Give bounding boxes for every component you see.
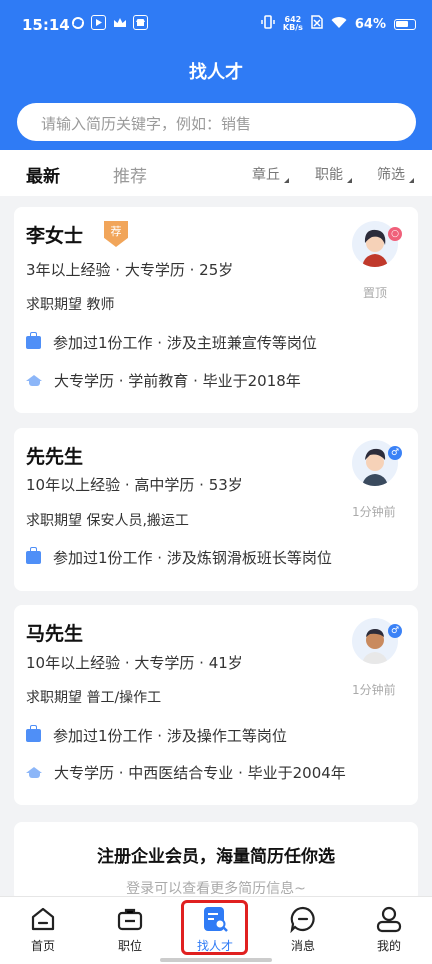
filter-location[interactable]: 章丘 xyxy=(252,164,289,184)
highlight-box xyxy=(181,900,248,955)
header-bar: 15:14 642 KB/s 64% 找人才 请输入简历关键字，例如：销售 xyxy=(0,0,432,150)
candidate-name: 李女士 xyxy=(26,225,84,247)
education-text: 大专学历 · 学前教育 · 毕业于2018年 xyxy=(54,372,301,390)
work-experience-text: 参加过1份工作 · 涉及炼钢滑板班长等岗位 xyxy=(53,549,332,567)
education-text: 大专学历 · 中西医结合专业 · 毕业于2004年 xyxy=(54,764,346,782)
filter-function-label: 职能 xyxy=(315,167,343,183)
candidate-meta: 10年以上经验 · 高中学历 · 53岁 xyxy=(26,476,243,494)
filter-more-label: 筛选 xyxy=(377,167,405,183)
candidate-expectation: 求职期望 保安人员,搬运工 xyxy=(26,513,189,529)
candidate-meta: 10年以上经验 · 大专学历 · 41岁 xyxy=(26,654,243,672)
updated-time: 1分钟前 xyxy=(352,505,396,519)
tab-profile-label: 我的 xyxy=(376,939,401,953)
filter-more[interactable]: 筛选 xyxy=(377,164,414,184)
status-bar: 15:14 642 KB/s 64% xyxy=(0,0,432,50)
tab-jobs-label: 职位 xyxy=(117,939,142,953)
updated-time: 1分钟前 xyxy=(352,683,396,697)
vibrate-icon xyxy=(261,15,275,33)
tab-jobs[interactable]: 职位 xyxy=(100,905,160,954)
tab-messages[interactable]: 消息 xyxy=(273,905,333,954)
graduation-cap-icon xyxy=(26,766,43,779)
battery-icon xyxy=(394,18,416,30)
net-speed: 642 KB/s xyxy=(282,15,303,32)
education-info: 大专学历 · 学前教育 · 毕业于2018年 xyxy=(26,370,301,391)
battery-percent: 64% xyxy=(354,16,386,32)
tab-messages-label: 消息 xyxy=(290,939,315,953)
notification-icons xyxy=(70,15,148,30)
tab-latest[interactable]: 最新 xyxy=(26,162,60,187)
pinned-label: 置顶 xyxy=(363,286,388,300)
work-experience: 参加过1份工作 · 涉及操作工等岗位 xyxy=(26,725,287,746)
filter-function[interactable]: 职能 xyxy=(315,164,352,184)
page-title: 找人才 xyxy=(189,62,243,83)
home-icon xyxy=(29,905,57,933)
search-input[interactable]: 请输入简历关键字，例如：销售 xyxy=(17,103,416,141)
candidate-name: 先先生 xyxy=(26,446,84,468)
education-info: 大专学历 · 中西医结合专业 · 毕业于2004年 xyxy=(26,762,346,783)
male-icon: ♂ xyxy=(388,446,402,460)
promo-subtitle: 登录可以查看更多简历信息~ xyxy=(126,881,306,897)
dropdown-triangle-icon xyxy=(409,178,414,183)
register-promo[interactable]: 注册企业会员，海量简历任你选 登录可以查看更多简历信息~ xyxy=(14,822,418,902)
work-experience: 参加过1份工作 · 涉及炼钢滑板班长等岗位 xyxy=(26,547,332,568)
sync-icon xyxy=(70,15,85,30)
tab-home[interactable]: 首页 xyxy=(13,905,73,954)
candidate-meta: 3年以上经验 · 大专学历 · 25岁 xyxy=(26,261,234,279)
tab-home-label: 首页 xyxy=(30,939,55,953)
wifi-icon xyxy=(331,16,347,33)
briefcase-icon xyxy=(26,547,41,564)
crown-icon xyxy=(112,15,127,30)
user-icon xyxy=(375,905,403,933)
candidate-card[interactable]: 马先生 10年以上经验 · 大专学历 · 41岁 求职期望 普工/操作工 参加过… xyxy=(14,605,418,805)
male-icon: ♂ xyxy=(388,624,402,638)
tabs-filter-bar: 最新 推荐 章丘 职能 筛选 xyxy=(0,150,432,196)
work-experience-text: 参加过1份工作 · 涉及主班兼宣传等岗位 xyxy=(53,334,317,352)
dropdown-triangle-icon xyxy=(284,178,289,183)
tab-profile[interactable]: 我的 xyxy=(359,905,419,954)
no-sim-icon xyxy=(311,15,323,33)
female-icon: ○ xyxy=(388,227,402,241)
chat-icon xyxy=(289,905,317,934)
candidate-expectation: 求职期望 普工/操作工 xyxy=(26,690,162,706)
candidate-card[interactable]: 李女士 荐 3年以上经验 · 大专学历 · 25岁 求职期望 教师 参加过1份工… xyxy=(14,207,418,413)
recommended-badge: 荐 xyxy=(104,221,128,247)
play-icon xyxy=(91,15,106,30)
briefcase-icon xyxy=(26,332,41,349)
graduation-cap-icon xyxy=(26,374,43,387)
briefcase-icon xyxy=(26,725,41,742)
store-icon xyxy=(133,15,148,30)
dropdown-triangle-icon xyxy=(347,178,352,183)
promo-title: 注册企业会员，海量简历任你选 xyxy=(97,847,335,867)
filter-location-label: 章丘 xyxy=(252,167,280,183)
candidate-expectation: 求职期望 教师 xyxy=(26,297,115,313)
tab-recommended[interactable]: 推荐 xyxy=(113,162,147,187)
briefcase-icon xyxy=(116,905,144,933)
status-time: 15:14 xyxy=(22,16,70,34)
candidate-name: 马先生 xyxy=(26,623,84,645)
candidate-card[interactable]: 先先生 10年以上经验 · 高中学历 · 53岁 求职期望 保安人员,搬运工 参… xyxy=(14,428,418,591)
system-status: 642 KB/s 64% xyxy=(261,15,416,33)
home-indicator xyxy=(160,958,272,962)
work-experience-text: 参加过1份工作 · 涉及操作工等岗位 xyxy=(53,727,287,745)
work-experience: 参加过1份工作 · 涉及主班兼宣传等岗位 xyxy=(26,332,317,353)
